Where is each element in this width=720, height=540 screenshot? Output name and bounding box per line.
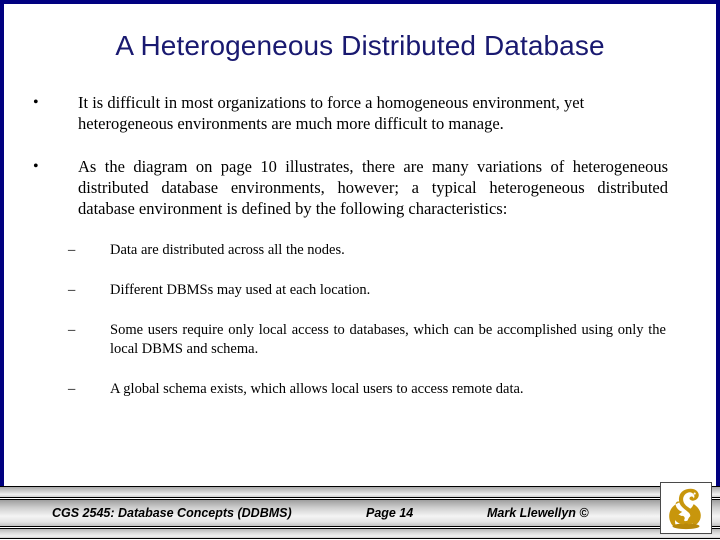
footer-course-label: CGS 2545: Database Concepts (DDBMS) [52,506,292,520]
slide-body: • It is difficult in most organizations … [0,92,720,420]
slide-border-top [0,0,720,4]
dash-marker-icon: – [68,322,76,338]
sub-bullet-text: Different DBMSs may used at each locatio… [110,282,371,298]
bullet-text: It is difficult in most organizations to… [78,93,585,133]
pegasus-logo [660,482,712,534]
page-title: A Heterogeneous Distributed Database [115,30,605,61]
sub-bullet-item: – Some users require only local access t… [0,321,720,359]
dash-marker-icon: – [68,242,76,258]
sub-bullet-item: – A global schema exists, which allows l… [0,380,720,399]
sub-bullet-text: Data are distributed across all the node… [110,242,345,258]
sub-bullet-text: Some users require only local access to … [110,322,666,357]
bullet-marker-icon: • [33,158,39,175]
dash-marker-icon: – [68,381,76,397]
sub-bullet-text: A global schema exists, which allows loc… [110,381,524,397]
sub-bullet-list: – Data are distributed across all the no… [0,241,720,399]
dash-marker-icon: – [68,282,76,298]
sub-bullet-item: – Data are distributed across all the no… [0,241,720,260]
bullet-marker-icon: • [33,94,39,111]
bullet-item: • As the diagram on page 10 illustrates,… [0,156,720,219]
footer-page-number: Page 14 [366,506,414,520]
bullet-text: As the diagram on page 10 illustrates, t… [78,157,668,218]
footer-band-top [0,486,720,498]
slide: A Heterogeneous Distributed Database • I… [0,0,720,540]
sub-bullet-item: – Different DBMSs may used at each locat… [0,281,720,300]
slide-footer: CGS 2545: Database Concepts (DDBMS) Page… [0,482,720,540]
bullet-item: • It is difficult in most organizations … [0,92,720,134]
footer-band-bottom [0,528,720,539]
footer-author-label: Mark Llewellyn © [487,506,589,520]
